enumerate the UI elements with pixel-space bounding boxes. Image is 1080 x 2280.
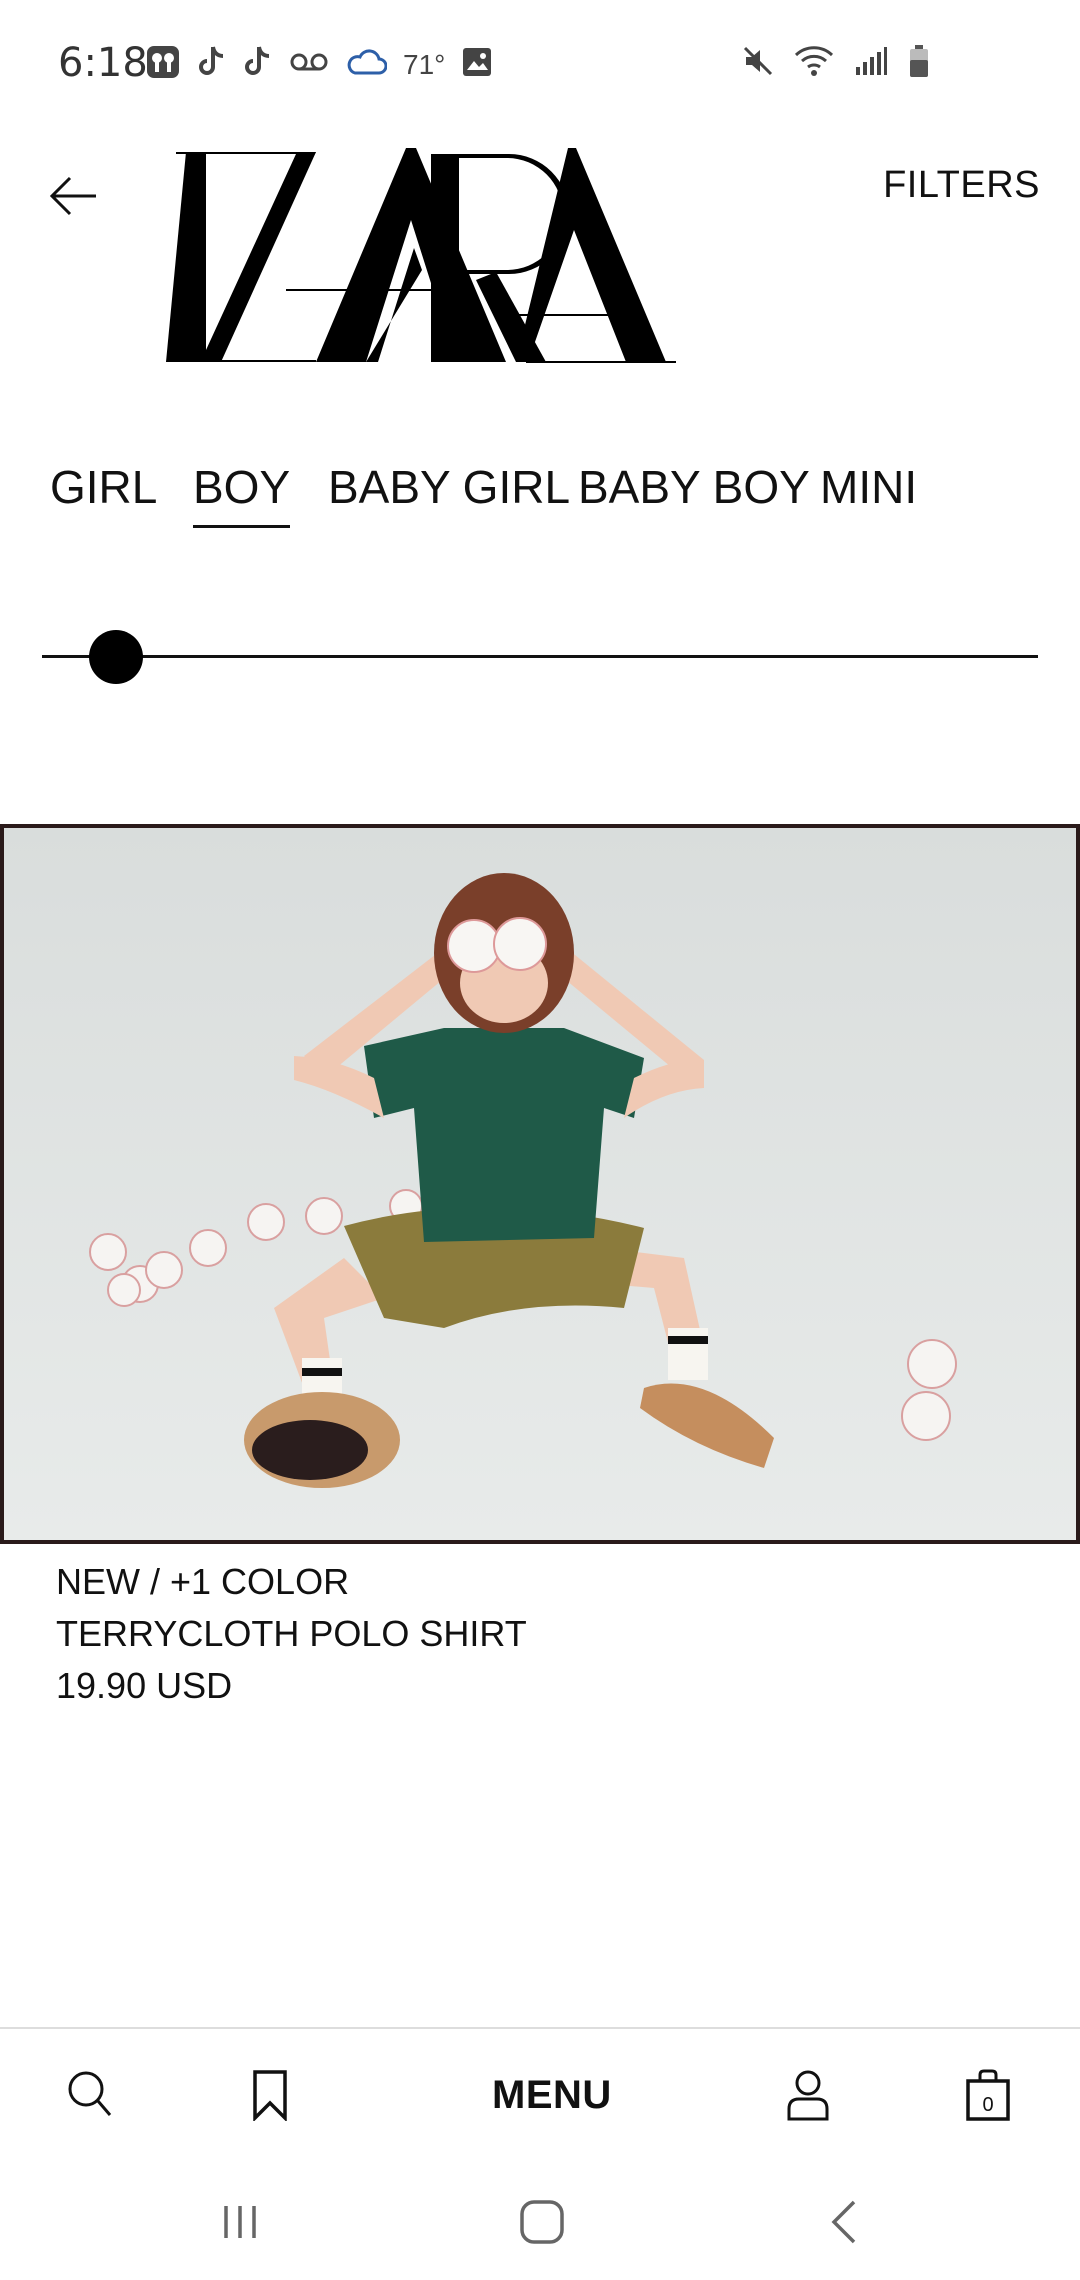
notification-icons: 71°: [145, 44, 493, 85]
bookmark-icon: [253, 2070, 287, 2123]
cart-button[interactable]: 0: [966, 2069, 1010, 2126]
voicemail-icon: [289, 50, 329, 79]
arrow-left-icon: [49, 176, 96, 216]
user-icon: [787, 2070, 829, 2121]
status-bar: 6:18 71°: [0, 0, 1080, 130]
search-icon: [68, 2071, 112, 2116]
status-time: 6:18: [58, 40, 148, 86]
recent-apps-icon[interactable]: [218, 2200, 262, 2244]
filters-button[interactable]: FILTERS: [883, 164, 1040, 207]
search-button[interactable]: [66, 2069, 112, 2124]
shopping-bag-icon: 0: [966, 2069, 1010, 2121]
app-header: FILTERS: [0, 130, 1080, 370]
tab-girl[interactable]: GIRL: [50, 460, 157, 514]
account-button[interactable]: [786, 2069, 830, 2126]
tab-mini[interactable]: MINI: [820, 460, 917, 514]
back-button[interactable]: [46, 168, 102, 224]
cart-count: 0: [982, 2094, 993, 2116]
tab-baby-girl[interactable]: BABY GIRL: [328, 460, 570, 514]
bottom-navigation: MENU 0: [0, 2027, 1080, 2169]
product-name[interactable]: TERRYCLOTH POLO SHIRT: [56, 1608, 527, 1660]
mute-icon: [742, 45, 774, 82]
product-badge: NEW / +1 COLOR: [56, 1561, 350, 1602]
category-slider[interactable]: [42, 622, 1038, 692]
back-nav-icon[interactable]: [826, 2198, 862, 2246]
tiktok-icon: [197, 45, 227, 84]
android-system-navigation: [0, 2170, 1080, 2280]
saved-button[interactable]: [252, 2069, 288, 2126]
product-info[interactable]: NEW / +1 COLOR TERRYCLOTH POLO SHIRT 19.…: [56, 1556, 527, 1712]
tab-boy[interactable]: BOY: [193, 460, 291, 528]
product-image[interactable]: [0, 824, 1080, 1544]
weather-temperature: 71°: [403, 48, 446, 80]
wifi-icon: [794, 45, 834, 82]
category-tabs: GIRL BOY BABY GIRL BABY BOY MINI: [0, 460, 1080, 540]
image-icon: [461, 46, 493, 83]
menu-button[interactable]: MENU: [492, 2073, 612, 2118]
airbuds-icon: [145, 44, 181, 85]
home-icon[interactable]: [518, 2198, 566, 2246]
tab-baby-boy[interactable]: BABY BOY: [578, 460, 810, 514]
system-status-icons: [742, 44, 930, 83]
tiktok-icon: [243, 45, 273, 84]
product-photo: [4, 828, 1076, 1540]
signal-icon: [854, 45, 888, 82]
product-price: 19.90 USD: [56, 1665, 233, 1706]
slider-track[interactable]: [42, 655, 1038, 658]
zara-logo[interactable]: [166, 140, 676, 370]
cloud-icon: [345, 47, 388, 82]
slider-thumb[interactable]: [89, 630, 143, 684]
battery-icon: [908, 44, 930, 83]
